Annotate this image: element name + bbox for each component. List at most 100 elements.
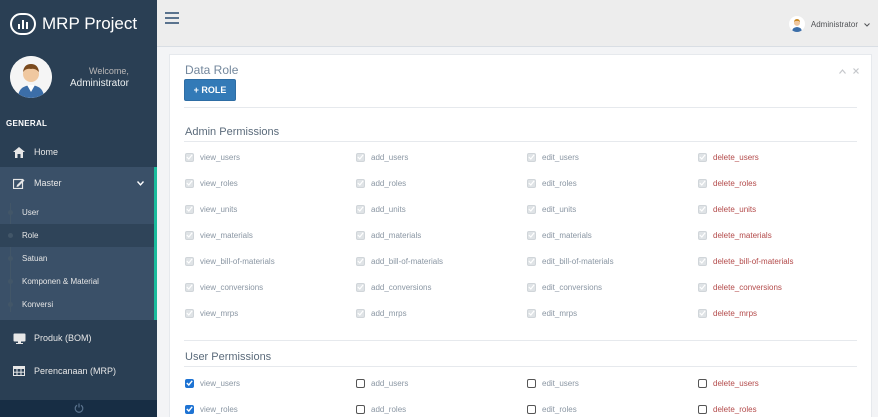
checkbox-icon xyxy=(356,282,365,292)
permission-label: delete_bill-of-materials xyxy=(713,256,794,266)
sidebar-item-home[interactable]: Home xyxy=(0,137,157,167)
permission-checkbox-delete_roles[interactable]: delete_roles xyxy=(698,403,757,415)
checkbox-checked-icon[interactable] xyxy=(185,378,194,388)
checkbox-icon[interactable] xyxy=(698,404,707,414)
checkbox-icon xyxy=(185,204,194,214)
sidebar-subitem-role[interactable]: Role xyxy=(0,224,154,247)
checkbox-icon xyxy=(356,308,365,318)
checkbox-icon xyxy=(698,308,707,318)
sidebar-item-produk[interactable]: Produk (BOM) xyxy=(0,320,157,356)
divider xyxy=(184,366,857,367)
permission-label: delete_users xyxy=(713,152,759,162)
edit-icon xyxy=(12,176,26,190)
permission-checkbox-view_roles[interactable]: view_roles xyxy=(185,403,238,415)
permission-label: view_users xyxy=(200,378,241,388)
user-avatar xyxy=(788,16,805,32)
permission-label: edit_materials xyxy=(542,230,592,240)
divider xyxy=(184,340,857,341)
brand[interactable]: MRP Project xyxy=(0,0,157,47)
close-icon[interactable] xyxy=(853,67,859,76)
permission-checkbox-delete_users[interactable]: delete_users xyxy=(698,377,759,389)
checkbox-icon xyxy=(356,152,365,162)
menu-toggle-icon[interactable] xyxy=(165,12,179,24)
checkbox-icon[interactable] xyxy=(356,404,365,414)
sidebar-item-label: Master xyxy=(34,178,62,188)
checkbox-icon xyxy=(698,256,707,266)
permission-checkbox-view_materials: view_materials xyxy=(185,229,253,241)
checkbox-icon xyxy=(527,230,536,240)
permission-checkbox-delete_mrps: delete_mrps xyxy=(698,307,757,319)
permission-checkbox-delete_users: delete_users xyxy=(698,151,759,163)
permission-checkbox-edit_materials: edit_materials xyxy=(527,229,592,241)
user-menu[interactable]: Administrator xyxy=(788,16,870,32)
permission-checkbox-add_materials: add_materials xyxy=(356,229,421,241)
permission-label: delete_users xyxy=(713,378,759,388)
permission-label: view_roles xyxy=(200,178,238,188)
permission-checkbox-edit_users[interactable]: edit_users xyxy=(527,377,579,389)
checkbox-icon xyxy=(356,256,365,266)
checkbox-icon[interactable] xyxy=(527,378,536,388)
permission-checkbox-add_roles: add_roles xyxy=(356,177,406,189)
sidebar-item-master[interactable]: Master xyxy=(0,167,157,199)
collapse-icon[interactable] xyxy=(839,67,846,76)
permission-checkbox-view_units: view_units xyxy=(185,203,237,215)
checkbox-icon xyxy=(698,152,707,162)
chevron-down-icon xyxy=(864,20,870,29)
checkbox-icon[interactable] xyxy=(527,404,536,414)
brand-title: MRP Project xyxy=(42,13,138,33)
checkbox-icon xyxy=(185,152,194,162)
permission-checkbox-edit_conversions: edit_conversions xyxy=(527,281,602,293)
permission-label: add_roles xyxy=(371,178,407,188)
divider xyxy=(184,107,857,108)
permission-checkbox-add_bill-of-materials: add_bill-of-materials xyxy=(356,255,443,267)
permission-checkbox-view_users[interactable]: view_users xyxy=(185,377,240,389)
add-role-button[interactable]: + ROLE xyxy=(184,79,236,101)
power-icon[interactable] xyxy=(74,400,84,417)
permission-checkbox-edit_users: edit_users xyxy=(527,151,579,163)
permission-checkbox-delete_bill-of-materials: delete_bill-of-materials xyxy=(698,255,793,267)
permission-checkbox-edit_roles[interactable]: edit_roles xyxy=(527,403,577,415)
checkbox-checked-icon[interactable] xyxy=(185,404,194,414)
sidebar-subitem-komponen[interactable]: Komponen & Material xyxy=(0,270,154,293)
permission-label: delete_roles xyxy=(713,404,757,414)
checkbox-icon[interactable] xyxy=(356,378,365,388)
permission-checkbox-view_bill-of-materials: view_bill-of-materials xyxy=(185,255,275,267)
data-role-panel: Data Role + ROLE Admin Permissions view_u… xyxy=(169,54,872,417)
checkbox-icon xyxy=(527,152,536,162)
checkbox-icon xyxy=(527,308,536,318)
sidebar-item-label: Home xyxy=(34,147,59,157)
permission-group-title: Admin Permissions xyxy=(185,126,280,138)
desktop-icon xyxy=(12,331,26,345)
checkbox-icon xyxy=(698,230,707,240)
sidebar-subitem-satuan[interactable]: Satuan xyxy=(0,247,154,270)
permission-checkbox-add_users[interactable]: add_users xyxy=(356,377,408,389)
permission-label: delete_materials xyxy=(713,230,772,240)
sidebar-item-perencanaan[interactable]: Perencanaan (MRP) xyxy=(0,356,157,386)
sidebar-footer xyxy=(0,400,157,417)
permission-checkbox-delete_units: delete_units xyxy=(698,203,756,215)
checkbox-icon xyxy=(698,282,707,292)
permission-label: edit_units xyxy=(542,204,577,214)
permission-label: view_mrps xyxy=(200,308,239,318)
sidebar-subitem-user[interactable]: User xyxy=(0,201,154,224)
checkbox-icon xyxy=(185,230,194,240)
permission-label: add_units xyxy=(371,204,406,214)
checkbox-icon xyxy=(527,178,536,188)
permission-checkbox-delete_roles: delete_roles xyxy=(698,177,757,189)
sidebar-subitem-konversi[interactable]: Konversi xyxy=(0,293,154,316)
permission-label: add_mrps xyxy=(371,308,407,318)
checkbox-icon xyxy=(185,178,194,188)
permission-label: edit_roles xyxy=(542,404,577,414)
checkbox-icon xyxy=(527,204,536,214)
checkbox-icon xyxy=(698,204,707,214)
permission-checkbox-delete_materials: delete_materials xyxy=(698,229,772,241)
checkbox-icon[interactable] xyxy=(698,378,707,388)
permission-checkbox-add_roles[interactable]: add_roles xyxy=(356,403,406,415)
checkbox-icon xyxy=(527,282,536,292)
panel-title: Data Role xyxy=(185,63,239,77)
sidebar: MRP Project Welcome, Administrator GENER… xyxy=(0,0,157,417)
permission-checkbox-add_users: add_users xyxy=(356,151,408,163)
permission-checkbox-add_conversions: add_conversions xyxy=(356,281,431,293)
permission-label: delete_units xyxy=(713,204,757,214)
permission-label: add_materials xyxy=(371,230,422,240)
